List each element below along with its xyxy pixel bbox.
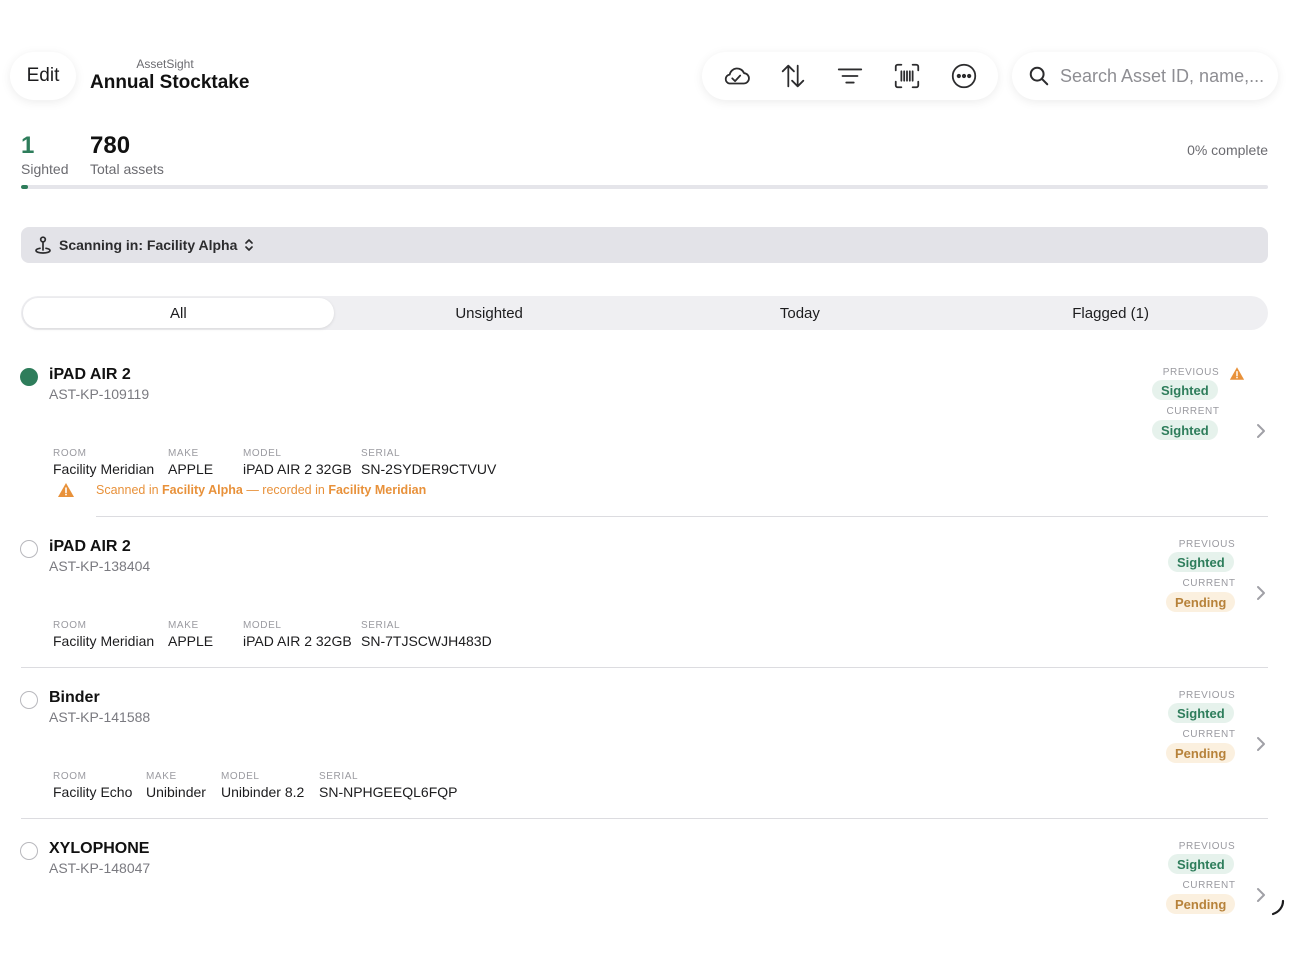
asset-id: AST-KP-141588 (49, 709, 151, 725)
tab-today[interactable]: Today (645, 298, 956, 328)
search-bar[interactable] (1012, 52, 1278, 100)
warning-icon (1229, 366, 1245, 381)
chevron-right-icon[interactable] (1255, 423, 1267, 439)
asset-name: iPAD AIR 2 (49, 366, 131, 383)
percent-complete: 0% complete (1187, 142, 1268, 158)
serial-field: SERIAL SN-NPHGEEQL6FQP (319, 771, 458, 800)
previous-status-label: PREVIOUS (1178, 690, 1236, 701)
asset-name: XYLOPHONE (49, 840, 150, 857)
current-status-label: CURRENT (1182, 729, 1236, 740)
row-divider (96, 516, 1268, 517)
make-field: MAKE APPLE (168, 448, 214, 477)
search-input[interactable] (1060, 65, 1270, 87)
app-name: AssetSight (136, 57, 194, 71)
sort-icon[interactable] (775, 58, 811, 94)
model-field: MODEL iPAD AIR 2 32GB (243, 620, 352, 649)
sighted-count: 1 (21, 132, 35, 159)
chevron-right-icon[interactable] (1255, 736, 1267, 752)
current-status-badge: Sighted (1152, 420, 1218, 440)
cloud-sync-icon[interactable] (718, 58, 754, 94)
total-label: Total assets (90, 161, 164, 177)
warning-icon (57, 482, 75, 498)
chevron-right-icon[interactable] (1255, 585, 1267, 601)
asset-id: AST-KP-138404 (49, 558, 151, 574)
room-field: ROOM Facility Echo (53, 771, 133, 800)
asset-id: AST-KP-148047 (49, 860, 151, 876)
barcode-scan-icon[interactable] (889, 58, 925, 94)
more-icon[interactable] (946, 58, 982, 94)
previous-status-label: PREVIOUS (1178, 841, 1236, 852)
previous-status-badge: Sighted (1168, 552, 1234, 572)
current-status-label: CURRENT (1166, 406, 1220, 417)
total-count: 780 (90, 132, 131, 159)
model-field: MODEL Unibinder 8.2 (221, 771, 305, 800)
tab-all[interactable]: All (23, 298, 334, 328)
filter-icon[interactable] (832, 58, 868, 94)
tab-flagged[interactable]: Flagged (1) (955, 298, 1266, 328)
make-field: MAKE APPLE (168, 620, 214, 649)
unsighted-indicator[interactable] (20, 540, 38, 558)
current-status-label: CURRENT (1182, 578, 1236, 589)
previous-status-label: PREVIOUS (1178, 539, 1236, 550)
previous-status-badge: Sighted (1152, 380, 1218, 400)
chevron-updown-icon (245, 239, 254, 251)
previous-status-badge: Sighted (1168, 854, 1234, 874)
row-divider (21, 667, 1268, 668)
tab-unsighted[interactable]: Unsighted (334, 298, 645, 328)
list-item[interactable]: Binder AST-KP-141588 ROOM Facility Echo M… (0, 683, 1290, 819)
location-label: Scanning in: Facility Alpha (59, 237, 238, 253)
progress-bar (21, 185, 1268, 189)
location-selector[interactable]: Scanning in: Facility Alpha (21, 227, 1268, 263)
progress-fill (21, 185, 29, 189)
asset-id: AST-KP-109119 (49, 386, 150, 402)
list-item[interactable]: XYLOPHONE AST-KP-148047 PREVIOUS Sighted… (0, 834, 1290, 934)
loading-spinner-icon (1271, 899, 1285, 916)
page-title: Annual Stocktake (90, 72, 250, 93)
sighted-indicator[interactable] (20, 368, 38, 386)
model-field: MODEL iPAD AIR 2 32GB (243, 448, 352, 477)
current-status-badge: Pending (1166, 894, 1236, 914)
previous-status-badge: Sighted (1168, 703, 1234, 723)
search-icon (1029, 66, 1049, 86)
current-status-label: CURRENT (1182, 880, 1236, 891)
list-item[interactable]: iPAD AIR 2 AST-KP-109119 ROOM Facility Me… (0, 360, 1290, 520)
list-item[interactable]: iPAD AIR 2 AST-KP-138404 ROOM Facility Me… (0, 532, 1290, 668)
room-field: ROOM Facility Meridian (53, 620, 155, 649)
current-status-badge: Pending (1166, 592, 1236, 612)
edit-button[interactable]: Edit (10, 52, 76, 100)
previous-status-label: PREVIOUS (1162, 367, 1220, 378)
filter-tabs: All Unsighted Today Flagged (1) (21, 296, 1268, 330)
toolbar (702, 52, 998, 100)
asset-name: Binder (49, 689, 100, 706)
current-status-badge: Pending (1166, 743, 1236, 763)
asset-name: iPAD AIR 2 (49, 538, 131, 555)
location-pin-icon (35, 236, 51, 254)
room-field: ROOM Facility Meridian (53, 448, 155, 477)
sighted-label: Sighted (21, 161, 69, 177)
make-field: MAKE Unibinder (146, 771, 206, 800)
unsighted-indicator[interactable] (20, 691, 38, 709)
unsighted-indicator[interactable] (20, 842, 38, 860)
row-divider (21, 818, 1268, 819)
serial-field: SERIAL SN-7TJSCWJH483D (361, 620, 492, 649)
serial-field: SERIAL SN-2SYDER9CTVUV (361, 448, 497, 477)
location-mismatch-warning: Scanned in Facility Alpha — recorded in … (57, 482, 426, 498)
